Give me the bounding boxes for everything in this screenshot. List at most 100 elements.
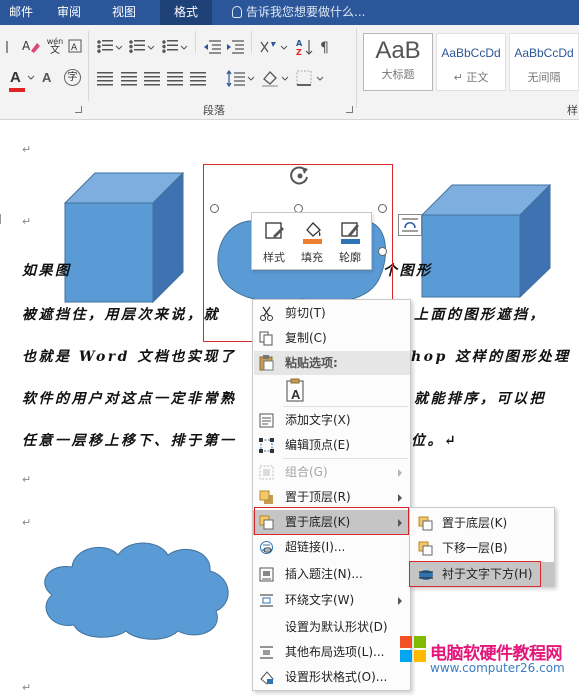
encircle-char-icon[interactable]: 字 bbox=[64, 69, 81, 86]
tab-view[interactable]: 视图 bbox=[103, 0, 145, 25]
chevron-down-icon[interactable] bbox=[115, 45, 123, 51]
menu-item-edit-points[interactable]: 编辑顶点(E) bbox=[253, 433, 410, 458]
context-menu: 剪切(T) 复制(C) 粘贴选项: A 添加文字(X) 编辑顶点(E) 组合(G… bbox=[252, 299, 411, 691]
bring-to-front-icon bbox=[259, 490, 273, 504]
svg-text:¶: ¶ bbox=[320, 40, 329, 55]
tab-format[interactable]: 格式 bbox=[160, 0, 212, 25]
menu-item-label: 设置形状格式(O)... bbox=[285, 670, 388, 684]
doc-line-5-right: 位。↵ bbox=[411, 433, 459, 449]
ribbon-separator bbox=[195, 31, 196, 53]
submenu-item-send-to-back[interactable]: 置于底层(K) bbox=[410, 511, 554, 536]
fill-bucket-icon bbox=[303, 222, 322, 244]
multilevel-list-icon[interactable] bbox=[162, 40, 178, 54]
chevron-down-icon[interactable] bbox=[180, 45, 188, 51]
chevron-down-icon[interactable] bbox=[280, 45, 288, 51]
mini-style-label: 样式 bbox=[263, 251, 285, 264]
paragraph-mark: ↵ bbox=[22, 215, 32, 228]
svg-text:A: A bbox=[71, 43, 78, 53]
menu-item-copy[interactable]: 复制(C) bbox=[253, 326, 410, 351]
justify-icon[interactable] bbox=[167, 72, 183, 86]
left-cube-shape[interactable] bbox=[64, 172, 184, 303]
ribbon: A wén 文 A A A 字 AZ ¶ 段落 AaB 大标题 AaBbCcDd … bbox=[0, 25, 579, 120]
increase-indent-icon[interactable] bbox=[226, 39, 245, 55]
style-normal[interactable]: AaBbCcDd ↵ 正文 bbox=[436, 33, 506, 91]
style-normal-sample: AaBbCcDd bbox=[441, 46, 501, 60]
chevron-down-icon[interactable] bbox=[247, 76, 255, 82]
paragraph-dialog-launcher[interactable] bbox=[346, 106, 353, 113]
menu-item-group[interactable]: 组合(G) bbox=[253, 460, 410, 485]
chinese-layout-icon[interactable] bbox=[259, 38, 279, 56]
line-spacing-icon[interactable] bbox=[226, 70, 246, 87]
outline-pen-icon bbox=[341, 222, 360, 244]
decrease-indent-icon[interactable] bbox=[203, 39, 222, 55]
tell-me-box[interactable]: 告诉我您想要做什么... bbox=[232, 0, 365, 25]
menu-item-set-default-shape[interactable]: 设置为默认形状(D) bbox=[253, 615, 410, 640]
mini-fill-button[interactable]: 填充 bbox=[294, 217, 330, 267]
chevron-down-icon[interactable] bbox=[281, 76, 289, 82]
menu-item-label: 设置为默认形状(D) bbox=[285, 620, 388, 634]
layout-options-icon[interactable] bbox=[398, 214, 422, 236]
show-marks-icon[interactable]: ¶ bbox=[320, 39, 332, 55]
paragraph-mark: ↵ bbox=[22, 681, 32, 694]
menu-item-wrap-text[interactable]: 环绕文字(W) bbox=[253, 588, 410, 613]
doc-line-4: 软件的用户对这点一定非常熟 bbox=[22, 391, 237, 407]
grow-font-icon[interactable] bbox=[6, 39, 16, 55]
style-normal-name: ↵ 正文 bbox=[453, 71, 489, 84]
menu-item-more-layout[interactable]: 其他布局选项(L)... bbox=[253, 640, 410, 665]
phonetic-guide-icon[interactable]: wén 文 bbox=[44, 37, 66, 57]
menu-item-format-shape[interactable]: 设置形状格式(O)... bbox=[253, 665, 410, 690]
menu-item-hyperlink[interactable]: 超链接(I)... bbox=[253, 535, 410, 560]
sort-icon[interactable]: AZ bbox=[296, 38, 314, 56]
align-left-icon[interactable] bbox=[97, 72, 113, 86]
menu-item-add-text[interactable]: 添加文字(X) bbox=[253, 408, 410, 433]
submenu-item-label: 下移一层(B) bbox=[442, 541, 508, 555]
right-cube-shape[interactable] bbox=[421, 184, 551, 298]
char-border-icon[interactable]: A bbox=[68, 39, 82, 53]
chevron-down-icon[interactable] bbox=[316, 76, 324, 82]
tell-me-text: 告诉我您想要做什么... bbox=[246, 5, 366, 19]
borders-icon[interactable] bbox=[296, 70, 312, 86]
style-title-name: 大标题 bbox=[381, 68, 415, 81]
copy-icon bbox=[259, 331, 273, 346]
resize-handle[interactable] bbox=[210, 204, 219, 213]
svg-text:A: A bbox=[296, 39, 303, 48]
style-no-spacing[interactable]: AaBbCcDd 无间隔 bbox=[509, 33, 579, 91]
mini-outline-button[interactable]: 轮廓 bbox=[332, 217, 368, 267]
menu-item-label: 其他布局选项(L)... bbox=[285, 645, 385, 659]
resize-handle[interactable] bbox=[378, 247, 387, 256]
rotate-handle-icon[interactable] bbox=[289, 164, 313, 190]
send-to-back-icon bbox=[418, 516, 433, 531]
shading-icon[interactable] bbox=[260, 69, 280, 87]
tab-review[interactable]: 审阅 bbox=[48, 0, 90, 25]
menu-item-insert-caption[interactable]: 插入题注(N)... bbox=[253, 562, 410, 587]
lightbulb-icon bbox=[232, 6, 242, 18]
mini-fill-label: 填充 bbox=[301, 251, 323, 264]
doc-line-2: 被遮挡住，用层次来说，就 bbox=[22, 307, 220, 323]
char-shading-icon[interactable]: A bbox=[42, 70, 58, 86]
chevron-down-icon[interactable] bbox=[27, 75, 35, 81]
align-center-icon[interactable] bbox=[121, 72, 137, 86]
behind-text-highlight bbox=[409, 561, 541, 587]
align-right-icon[interactable] bbox=[144, 72, 160, 86]
menu-item-label: 超链接(I)... bbox=[285, 540, 346, 554]
menu-item-cut[interactable]: 剪切(T) bbox=[253, 301, 410, 326]
numbering-icon[interactable] bbox=[129, 40, 145, 54]
clear-format-icon[interactable]: A bbox=[22, 38, 40, 54]
mini-style-button[interactable]: 样式 bbox=[256, 217, 292, 267]
ribbon-separator bbox=[88, 31, 89, 101]
cloud-shape[interactable] bbox=[36, 537, 236, 641]
chevron-down-icon[interactable] bbox=[147, 45, 155, 51]
bullets-icon[interactable] bbox=[97, 40, 113, 54]
paragraph-mark: ↵ bbox=[22, 473, 32, 486]
font-color-button[interactable]: A bbox=[10, 69, 26, 87]
paste-keep-text-button[interactable]: A bbox=[285, 378, 307, 405]
text-box-icon bbox=[259, 413, 274, 428]
paste-options-header: 粘贴选项: bbox=[254, 351, 410, 375]
submenu-arrow-icon bbox=[398, 597, 402, 605]
font-dialog-launcher[interactable] bbox=[75, 106, 82, 113]
submenu-item-send-backward[interactable]: 下移一层(B) bbox=[410, 536, 554, 561]
style-title[interactable]: AaB 大标题 bbox=[363, 33, 433, 91]
distributed-icon[interactable] bbox=[190, 72, 206, 86]
tab-mailings[interactable]: 邮件 bbox=[0, 0, 42, 25]
resize-handle[interactable] bbox=[378, 204, 387, 213]
